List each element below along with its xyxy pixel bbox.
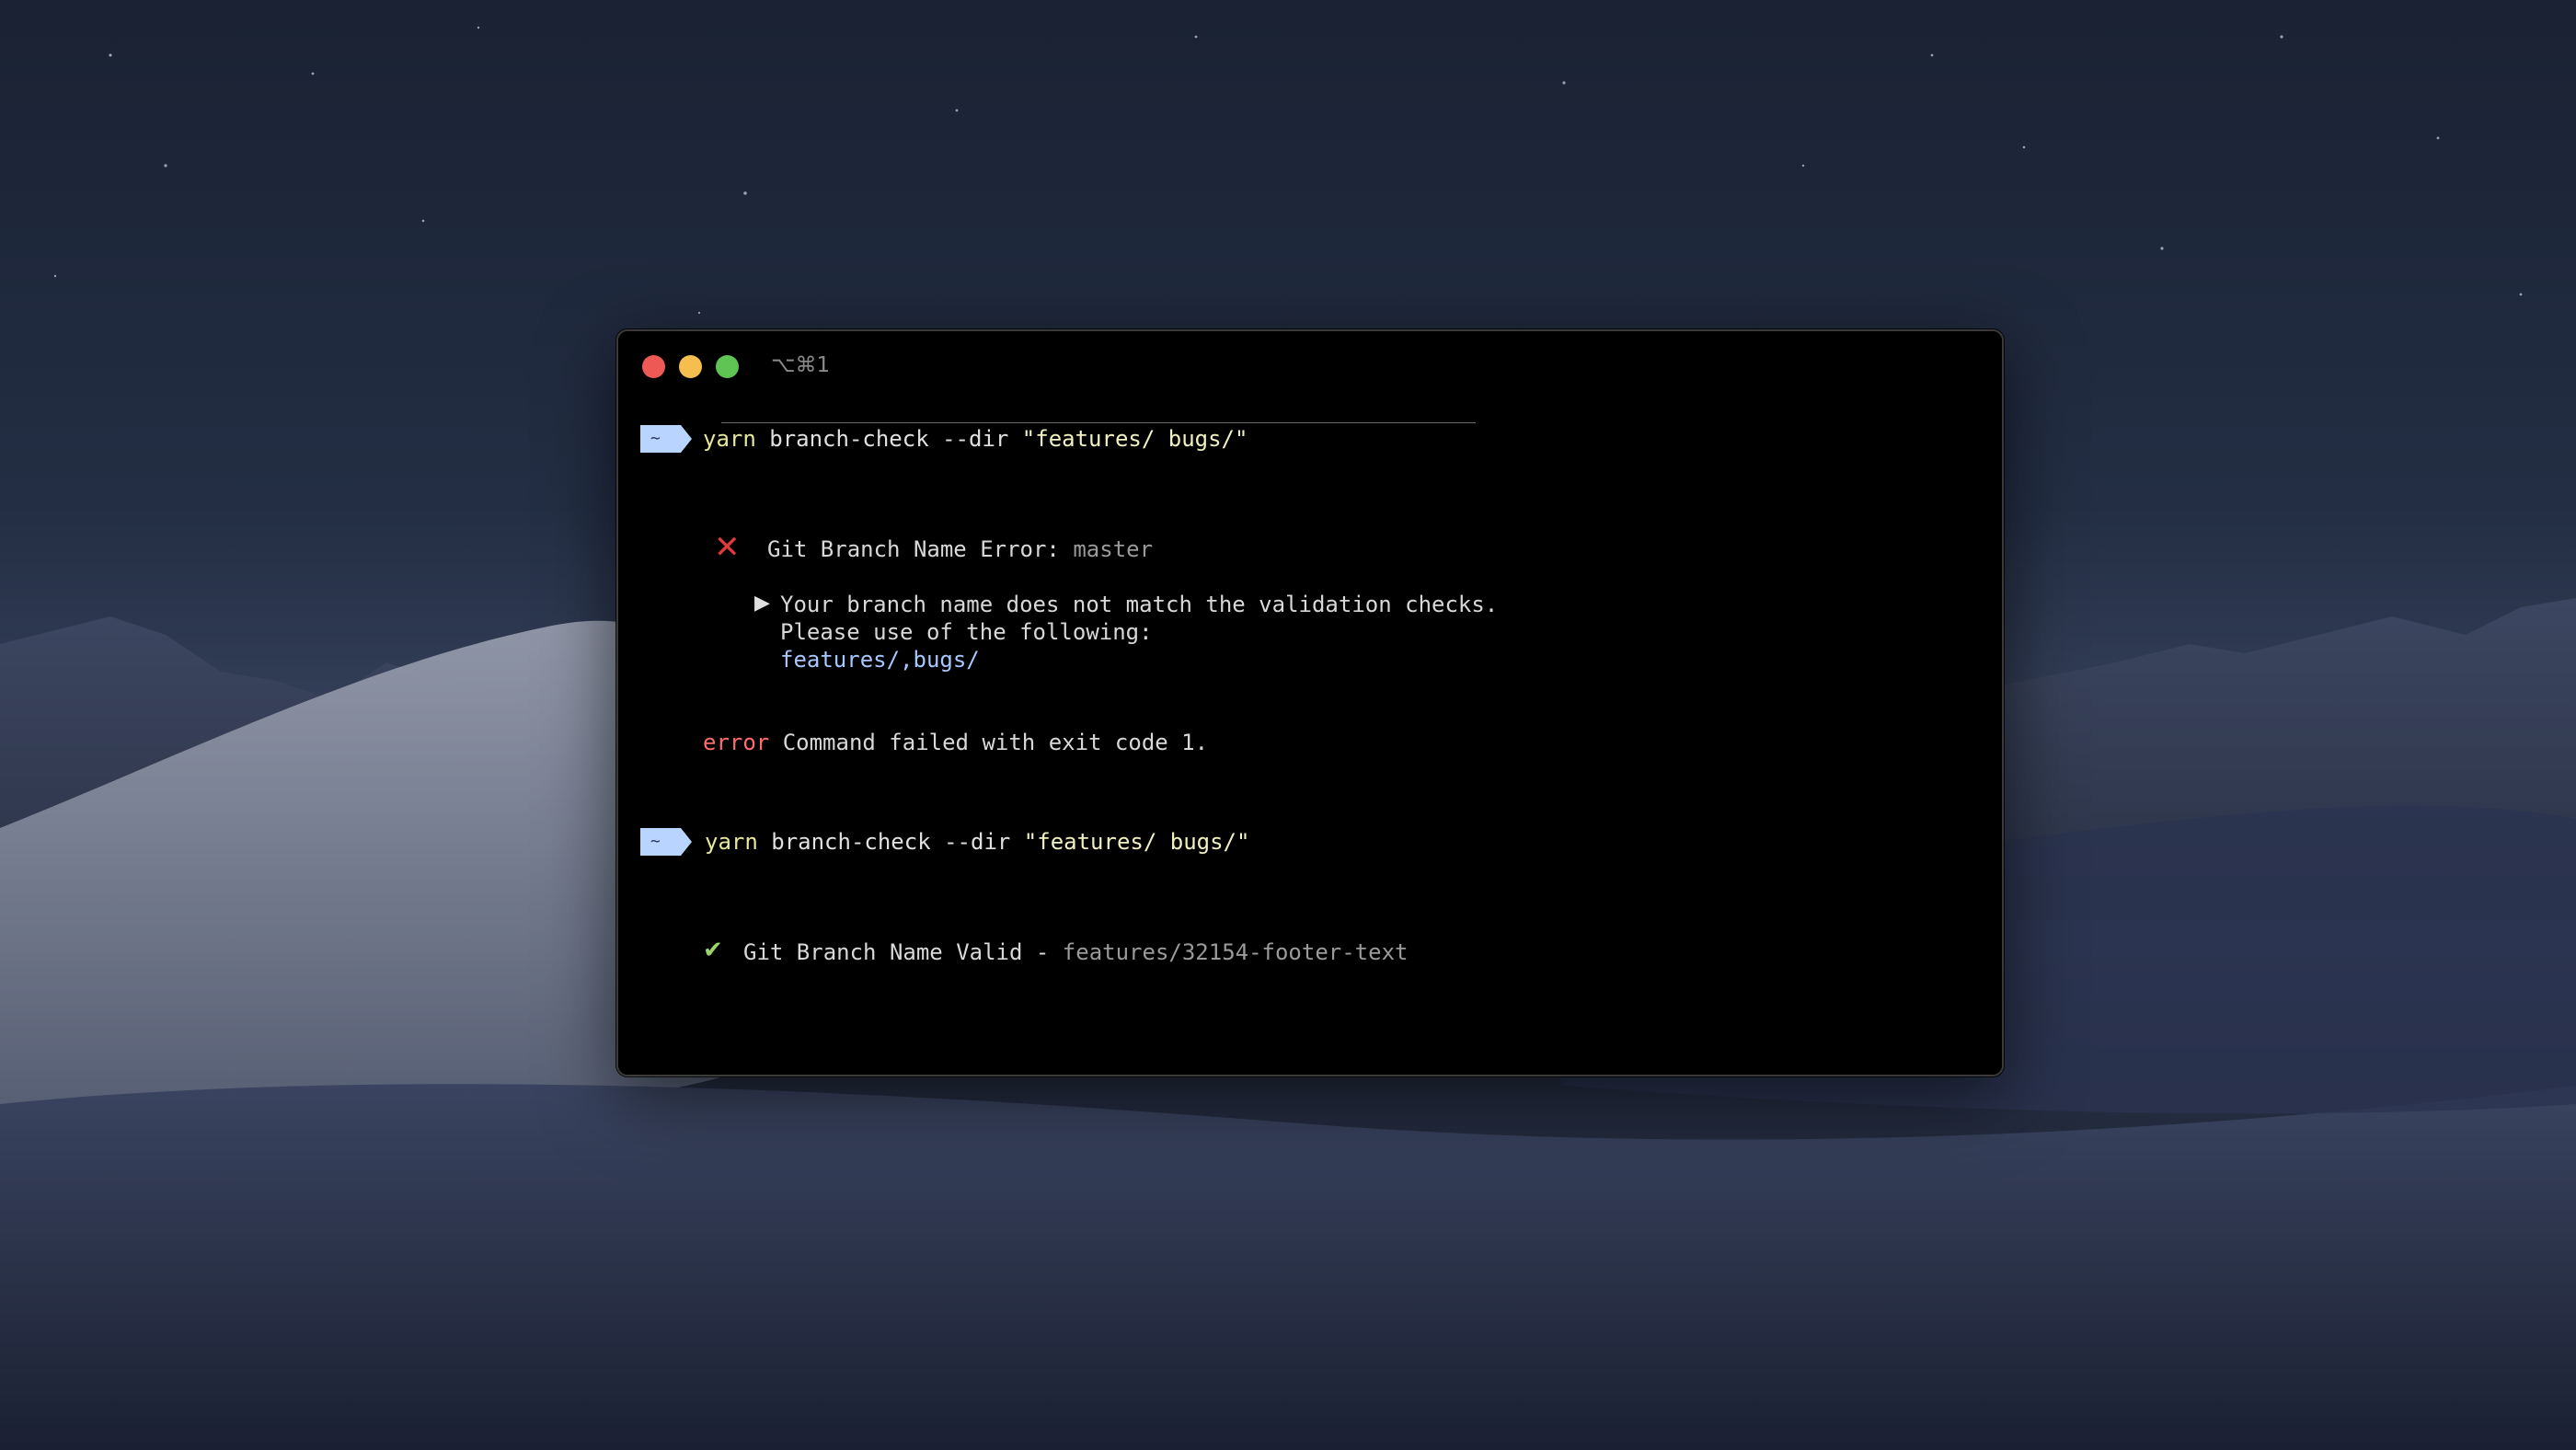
maximize-button[interactable]: [716, 355, 739, 378]
prompt-divider: [721, 422, 1476, 423]
allowed-prefixes: features/,bugs/: [780, 647, 980, 673]
check-mark-icon: ✔: [703, 937, 723, 964]
minimize-button[interactable]: [679, 355, 702, 378]
error-message-line-2: Please use of the following:: [780, 619, 1153, 645]
prompt-arrow-icon: [640, 828, 692, 856]
error-heading-text: Git Branch Name Error:: [767, 536, 1060, 562]
command-args: branch-check --dir: [769, 426, 1009, 452]
close-button[interactable]: [642, 355, 665, 378]
title-bar[interactable]: ⌥⌘1: [618, 331, 2002, 401]
error-message-line-1: Your branch name does not match the vali…: [780, 592, 1499, 617]
success-line: Git Branch Name Valid - features/32154-f…: [743, 938, 1408, 966]
triangle-right-icon: ▶: [754, 592, 770, 615]
command-line-2: yarn branch-check --dir "features/ bugs/…: [705, 828, 1249, 856]
command-arg-string: "features/ bugs/": [1023, 829, 1250, 855]
error-heading: Git Branch Name Error: master: [767, 535, 1153, 563]
command-program: yarn: [705, 829, 758, 855]
command-program: yarn: [703, 426, 756, 452]
prompt-symbol: ~: [650, 832, 661, 851]
error-label: error: [703, 730, 770, 755]
error-heading-line: ✕: [714, 528, 741, 570]
cross-mark-icon: ✕: [714, 529, 741, 566]
command-args: branch-check --dir: [771, 829, 1011, 855]
error-exit-text: Command failed with exit code 1.: [782, 730, 1209, 755]
prompt-arrow-icon: [640, 425, 692, 453]
success-heading: Git Branch Name Valid -: [743, 939, 1050, 965]
prompt-symbol: ~: [650, 429, 661, 448]
window-title: ⌥⌘1: [771, 353, 831, 377]
error-exit-line: error Command failed with exit code 1.: [703, 729, 1208, 756]
success-branch: features/32154-footer-text: [1062, 939, 1409, 965]
error-branch: master: [1073, 536, 1154, 562]
command-line-1: yarn branch-check --dir "features/ bugs/…: [703, 425, 1248, 453]
command-arg-string: "features/ bugs/": [1021, 426, 1248, 452]
terminal-window[interactable]: ⌥⌘1 ~ yarn branch-check --dir "features/…: [616, 329, 2004, 1076]
